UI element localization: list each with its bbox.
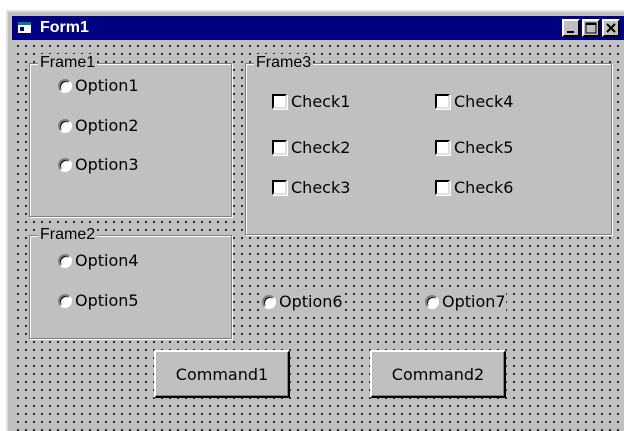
maximize-button[interactable] <box>582 19 600 37</box>
checkbox-box[interactable] <box>435 180 450 195</box>
option5-label: Option5 <box>75 291 139 310</box>
window-title: Form1 <box>40 19 89 36</box>
minimize-icon <box>567 31 574 33</box>
option2-label: Option2 <box>75 116 139 135</box>
check2-checkbox[interactable]: Check2 <box>272 138 351 157</box>
option5-radio[interactable]: Option5 <box>58 291 139 310</box>
check1-checkbox[interactable]: Check1 <box>272 92 351 111</box>
checkbox-box[interactable] <box>272 180 287 195</box>
frame3-caption: Frame3 <box>254 54 314 72</box>
option2-radio[interactable]: Option2 <box>58 116 139 135</box>
radio-button[interactable] <box>262 294 276 309</box>
close-button[interactable] <box>602 19 620 37</box>
radio-button[interactable] <box>58 78 72 93</box>
check4-label: Check4 <box>454 92 514 111</box>
frame2[interactable]: Frame2 Option4 Option5 <box>29 226 232 339</box>
minimize-button[interactable] <box>562 19 580 37</box>
form-design-area: Frame1 Option1 Option2 Option3 Frame2 Op… <box>12 40 624 431</box>
checkbox-box[interactable] <box>435 140 450 155</box>
form-icon <box>18 22 31 33</box>
option6-label: Option6 <box>279 292 343 311</box>
radio-button[interactable] <box>58 118 72 133</box>
check6-label: Check6 <box>454 178 514 197</box>
option7-label: Option7 <box>442 292 506 311</box>
check2-label: Check2 <box>291 138 351 157</box>
check6-checkbox[interactable]: Check6 <box>435 178 514 197</box>
checkbox-box[interactable] <box>272 140 287 155</box>
option4-radio[interactable]: Option4 <box>58 251 139 270</box>
option4-label: Option4 <box>75 251 139 270</box>
radio-button[interactable] <box>58 157 72 172</box>
command2-button[interactable]: Command2 <box>370 350 506 398</box>
radio-button[interactable] <box>58 253 72 268</box>
checkbox-box[interactable] <box>435 94 450 109</box>
check3-label: Check3 <box>291 178 351 197</box>
title-bar[interactable]: Form1 <box>12 16 624 40</box>
option3-radio[interactable]: Option3 <box>58 155 139 174</box>
frame3[interactable]: Frame3 Check1 Check2 Check3 Check4 Check… <box>245 54 612 235</box>
check1-label: Check1 <box>291 92 351 111</box>
close-icon <box>606 23 616 33</box>
check5-label: Check5 <box>454 138 514 157</box>
check3-checkbox[interactable]: Check3 <box>272 178 351 197</box>
radio-button[interactable] <box>425 294 439 309</box>
option1-label: Option1 <box>75 76 139 95</box>
option6-radio[interactable]: Option6 <box>262 292 343 311</box>
maximize-icon <box>585 22 597 34</box>
option7-radio[interactable]: Option7 <box>425 292 506 311</box>
check4-checkbox[interactable]: Check4 <box>435 92 514 111</box>
form-window: Form1 Frame1 Option1 Option2 Option3 Fra… <box>6 10 624 431</box>
option3-label: Option3 <box>75 155 139 174</box>
command1-button[interactable]: Command1 <box>154 350 290 398</box>
frame1[interactable]: Frame1 Option1 Option2 Option3 <box>29 54 232 217</box>
check5-checkbox[interactable]: Check5 <box>435 138 514 157</box>
option1-radio[interactable]: Option1 <box>58 76 139 95</box>
checkbox-box[interactable] <box>272 94 287 109</box>
frame1-caption: Frame1 <box>38 54 98 72</box>
radio-button[interactable] <box>58 293 72 308</box>
frame2-caption: Frame2 <box>38 226 98 244</box>
